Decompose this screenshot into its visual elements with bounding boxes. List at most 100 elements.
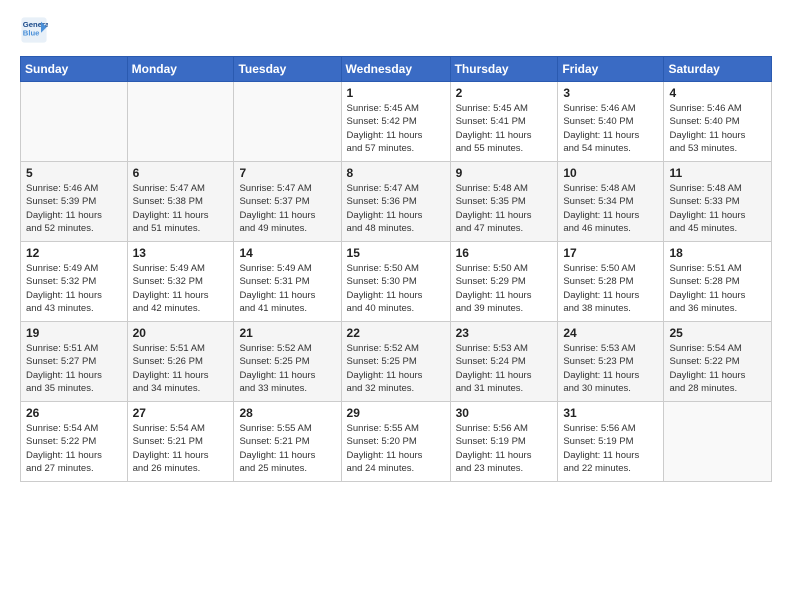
calendar-cell: 29 Sunrise: 5:55 AM Sunset: 5:20 PM Dayli…	[341, 402, 450, 482]
calendar-cell: 16 Sunrise: 5:50 AM Sunset: 5:29 PM Dayli…	[450, 242, 558, 322]
day-number: 18	[669, 246, 766, 260]
day-info: Sunrise: 5:54 AM Sunset: 5:21 PM Dayligh…	[133, 422, 229, 475]
day-number: 31	[563, 406, 658, 420]
day-number: 21	[239, 326, 335, 340]
week-row-2: 5 Sunrise: 5:46 AM Sunset: 5:39 PM Daylig…	[21, 162, 772, 242]
calendar-cell: 24 Sunrise: 5:53 AM Sunset: 5:23 PM Dayli…	[558, 322, 664, 402]
top-header: General Blue	[20, 16, 772, 48]
weekday-header-row: SundayMondayTuesdayWednesdayThursdayFrid…	[21, 57, 772, 82]
calendar-cell: 10 Sunrise: 5:48 AM Sunset: 5:34 PM Dayli…	[558, 162, 664, 242]
day-number: 8	[347, 166, 445, 180]
calendar-cell: 9 Sunrise: 5:48 AM Sunset: 5:35 PM Daylig…	[450, 162, 558, 242]
day-info: Sunrise: 5:50 AM Sunset: 5:30 PM Dayligh…	[347, 262, 445, 315]
day-info: Sunrise: 5:48 AM Sunset: 5:33 PM Dayligh…	[669, 182, 766, 235]
calendar-cell: 23 Sunrise: 5:53 AM Sunset: 5:24 PM Dayli…	[450, 322, 558, 402]
calendar-cell: 17 Sunrise: 5:50 AM Sunset: 5:28 PM Dayli…	[558, 242, 664, 322]
calendar-cell: 30 Sunrise: 5:56 AM Sunset: 5:19 PM Dayli…	[450, 402, 558, 482]
day-number: 7	[239, 166, 335, 180]
calendar-cell: 7 Sunrise: 5:47 AM Sunset: 5:37 PM Daylig…	[234, 162, 341, 242]
calendar-cell: 26 Sunrise: 5:54 AM Sunset: 5:22 PM Dayli…	[21, 402, 128, 482]
calendar-cell: 14Sunrise: 5:49 AM Sunset: 5:31 PM Dayli…	[234, 242, 341, 322]
day-number: 1	[347, 86, 445, 100]
day-info: Sunrise: 5:49 AM Sunset: 5:31 PM Dayligh…	[239, 262, 335, 315]
day-info: Sunrise: 5:47 AM Sunset: 5:38 PM Dayligh…	[133, 182, 229, 235]
day-info: Sunrise: 5:55 AM Sunset: 5:21 PM Dayligh…	[239, 422, 335, 475]
calendar-cell: 28 Sunrise: 5:55 AM Sunset: 5:21 PM Dayli…	[234, 402, 341, 482]
day-info: Sunrise: 5:52 AM Sunset: 5:25 PM Dayligh…	[239, 342, 335, 395]
calendar-cell: 27 Sunrise: 5:54 AM Sunset: 5:21 PM Dayli…	[127, 402, 234, 482]
day-info: Sunrise: 5:48 AM Sunset: 5:34 PM Dayligh…	[563, 182, 658, 235]
weekday-header-friday: Friday	[558, 57, 664, 82]
day-number: 29	[347, 406, 445, 420]
day-info: Sunrise: 5:50 AM Sunset: 5:28 PM Dayligh…	[563, 262, 658, 315]
day-number: 23	[456, 326, 553, 340]
day-info: Sunrise: 5:54 AM Sunset: 5:22 PM Dayligh…	[669, 342, 766, 395]
calendar-cell: 4Sunrise: 5:46 AM Sunset: 5:40 PM Daylig…	[664, 82, 772, 162]
calendar-cell: 21 Sunrise: 5:52 AM Sunset: 5:25 PM Dayli…	[234, 322, 341, 402]
calendar-cell: 2Sunrise: 5:45 AM Sunset: 5:41 PM Daylig…	[450, 82, 558, 162]
day-number: 5	[26, 166, 122, 180]
day-info: Sunrise: 5:55 AM Sunset: 5:20 PM Dayligh…	[347, 422, 445, 475]
day-number: 12	[26, 246, 122, 260]
calendar-cell	[664, 402, 772, 482]
day-number: 28	[239, 406, 335, 420]
calendar-table: SundayMondayTuesdayWednesdayThursdayFrid…	[20, 56, 772, 482]
calendar-cell	[234, 82, 341, 162]
day-info: Sunrise: 5:50 AM Sunset: 5:29 PM Dayligh…	[456, 262, 553, 315]
day-info: Sunrise: 5:56 AM Sunset: 5:19 PM Dayligh…	[456, 422, 553, 475]
weekday-header-tuesday: Tuesday	[234, 57, 341, 82]
day-info: Sunrise: 5:51 AM Sunset: 5:27 PM Dayligh…	[26, 342, 122, 395]
day-number: 27	[133, 406, 229, 420]
calendar-cell: 20 Sunrise: 5:51 AM Sunset: 5:26 PM Dayli…	[127, 322, 234, 402]
day-info: Sunrise: 5:56 AM Sunset: 5:19 PM Dayligh…	[563, 422, 658, 475]
day-number: 13	[133, 246, 229, 260]
day-number: 26	[26, 406, 122, 420]
calendar-cell: 13 Sunrise: 5:49 AM Sunset: 5:32 PM Dayli…	[127, 242, 234, 322]
calendar-cell: 6 Sunrise: 5:47 AM Sunset: 5:38 PM Daylig…	[127, 162, 234, 242]
week-row-5: 26 Sunrise: 5:54 AM Sunset: 5:22 PM Dayli…	[21, 402, 772, 482]
day-info: Sunrise: 5:46 AM Sunset: 5:40 PM Dayligh…	[669, 102, 766, 155]
day-number: 11	[669, 166, 766, 180]
day-number: 17	[563, 246, 658, 260]
day-info: Sunrise: 5:49 AM Sunset: 5:32 PM Dayligh…	[26, 262, 122, 315]
day-info: Sunrise: 5:52 AM Sunset: 5:25 PM Dayligh…	[347, 342, 445, 395]
day-number: 16	[456, 246, 553, 260]
weekday-header-monday: Monday	[127, 57, 234, 82]
day-number: 30	[456, 406, 553, 420]
day-info: Sunrise: 5:54 AM Sunset: 5:22 PM Dayligh…	[26, 422, 122, 475]
day-number: 3	[563, 86, 658, 100]
day-info: Sunrise: 5:46 AM Sunset: 5:39 PM Dayligh…	[26, 182, 122, 235]
calendar-cell: 31 Sunrise: 5:56 AM Sunset: 5:19 PM Dayli…	[558, 402, 664, 482]
calendar-cell: 11 Sunrise: 5:48 AM Sunset: 5:33 PM Dayli…	[664, 162, 772, 242]
day-number: 25	[669, 326, 766, 340]
day-number: 24	[563, 326, 658, 340]
weekday-header-saturday: Saturday	[664, 57, 772, 82]
day-info: Sunrise: 5:51 AM Sunset: 5:26 PM Dayligh…	[133, 342, 229, 395]
day-info: Sunrise: 5:45 AM Sunset: 5:42 PM Dayligh…	[347, 102, 445, 155]
day-info: Sunrise: 5:47 AM Sunset: 5:37 PM Dayligh…	[239, 182, 335, 235]
day-info: Sunrise: 5:51 AM Sunset: 5:28 PM Dayligh…	[669, 262, 766, 315]
calendar-cell: 8 Sunrise: 5:47 AM Sunset: 5:36 PM Daylig…	[341, 162, 450, 242]
calendar-cell: 12 Sunrise: 5:49 AM Sunset: 5:32 PM Dayli…	[21, 242, 128, 322]
day-number: 22	[347, 326, 445, 340]
day-info: Sunrise: 5:47 AM Sunset: 5:36 PM Dayligh…	[347, 182, 445, 235]
day-info: Sunrise: 5:53 AM Sunset: 5:24 PM Dayligh…	[456, 342, 553, 395]
day-info: Sunrise: 5:53 AM Sunset: 5:23 PM Dayligh…	[563, 342, 658, 395]
day-number: 20	[133, 326, 229, 340]
day-info: Sunrise: 5:49 AM Sunset: 5:32 PM Dayligh…	[133, 262, 229, 315]
day-number: 10	[563, 166, 658, 180]
calendar-cell: 3Sunrise: 5:46 AM Sunset: 5:40 PM Daylig…	[558, 82, 664, 162]
logo-icon: General Blue	[20, 16, 48, 44]
day-number: 6	[133, 166, 229, 180]
week-row-3: 12 Sunrise: 5:49 AM Sunset: 5:32 PM Dayli…	[21, 242, 772, 322]
day-number: 9	[456, 166, 553, 180]
page-container: General Blue SundayMondayTuesdayWednesda…	[0, 0, 792, 492]
weekday-header-sunday: Sunday	[21, 57, 128, 82]
day-number: 19	[26, 326, 122, 340]
day-info: Sunrise: 5:48 AM Sunset: 5:35 PM Dayligh…	[456, 182, 553, 235]
logo: General Blue	[20, 16, 52, 44]
weekday-header-wednesday: Wednesday	[341, 57, 450, 82]
calendar-cell	[21, 82, 128, 162]
calendar-cell: 15Sunrise: 5:50 AM Sunset: 5:30 PM Dayli…	[341, 242, 450, 322]
svg-text:Blue: Blue	[23, 29, 40, 38]
